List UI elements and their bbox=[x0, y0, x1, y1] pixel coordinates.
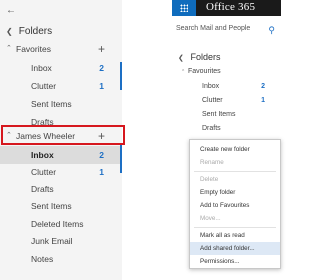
folder-label: Inbox bbox=[202, 83, 220, 90]
menu-item-add-shared-folder[interactable]: Add shared folder... bbox=[190, 242, 280, 255]
unread-count: 2 bbox=[261, 83, 265, 90]
favorites-item-inbox[interactable]: Inbox 2 bbox=[0, 59, 122, 77]
favourites-label: Favourites bbox=[188, 68, 221, 75]
folder-label: Inbox bbox=[31, 150, 54, 160]
favourites-section-header[interactable]: ⌃ Favourites bbox=[172, 65, 281, 79]
folder-label: Clutter bbox=[31, 167, 57, 177]
menu-item-delete[interactable]: Delete bbox=[190, 173, 280, 186]
scroll-indicator[interactable] bbox=[120, 145, 122, 173]
add-favorite-icon[interactable]: + bbox=[98, 40, 105, 58]
account-item-sent[interactable]: Sent Items bbox=[0, 197, 122, 215]
folders-title: Folders bbox=[190, 52, 221, 62]
menu-divider bbox=[194, 171, 276, 172]
account-item-deleted[interactable]: Deleted Items bbox=[0, 215, 122, 233]
favorites-item-clutter[interactable]: Clutter 1 bbox=[0, 77, 122, 95]
folder-label: Sent Items bbox=[31, 201, 72, 211]
favorites-label: Favorites bbox=[16, 44, 51, 54]
search-placeholder: Search Mail and People bbox=[176, 25, 251, 32]
account-item-drafts[interactable]: Drafts bbox=[0, 180, 122, 198]
office-top-bar: Office 365 bbox=[172, 0, 281, 16]
chevron-up-icon: ⌃ bbox=[6, 45, 12, 52]
account-highlight-box bbox=[1, 125, 125, 145]
folder-label: Drafts bbox=[202, 125, 221, 132]
unread-count: 1 bbox=[261, 97, 265, 104]
favourites-item-clutter[interactable]: Clutter 1 bbox=[172, 94, 281, 108]
chevron-up-icon: ⌃ bbox=[181, 69, 186, 75]
favorites-section-header[interactable]: ⌃ Favorites + bbox=[0, 40, 122, 58]
menu-divider bbox=[194, 227, 276, 228]
search-box[interactable]: Search Mail and People ⚲ bbox=[176, 22, 277, 36]
folder-label: Sent Items bbox=[31, 99, 72, 109]
folder-context-menu: Create new folder Rename Delete Empty fo… bbox=[189, 139, 281, 269]
scroll-indicator[interactable] bbox=[120, 62, 122, 90]
folders-header[interactable]: ❮ Folders bbox=[178, 52, 221, 62]
folder-label: Sent Items bbox=[202, 111, 236, 118]
menu-item-mark-all-read[interactable]: Mark all as read bbox=[190, 229, 280, 242]
back-arrow-icon[interactable]: ← bbox=[6, 5, 16, 16]
menu-item-permissions[interactable]: Permissions... bbox=[190, 255, 280, 268]
folder-label: Notes bbox=[31, 254, 54, 264]
account-item-inbox[interactable]: Inbox 2 bbox=[0, 146, 122, 164]
chevron-left-icon: ❮ bbox=[178, 55, 184, 62]
favourites-item-drafts[interactable]: Drafts bbox=[172, 122, 281, 136]
menu-item-create-folder[interactable]: Create new folder bbox=[190, 143, 280, 156]
menu-item-empty-folder[interactable]: Empty folder bbox=[190, 186, 280, 199]
unread-count: 1 bbox=[99, 167, 104, 177]
folders-header[interactable]: ❮ Folders bbox=[6, 26, 52, 37]
folders-title: Folders bbox=[18, 26, 53, 37]
menu-item-move[interactable]: Move... bbox=[190, 212, 280, 225]
unread-count: 2 bbox=[99, 63, 104, 73]
account-item-clutter[interactable]: Clutter 1 bbox=[0, 163, 122, 181]
folder-label: Clutter bbox=[31, 81, 57, 91]
unread-count: 2 bbox=[99, 150, 104, 160]
folder-label: Drafts bbox=[31, 184, 54, 194]
app-launcher-icon[interactable] bbox=[172, 0, 196, 16]
menu-item-add-to-favourites[interactable]: Add to Favourites bbox=[190, 199, 280, 212]
account-item-notes[interactable]: Notes bbox=[0, 250, 122, 268]
unread-count: 1 bbox=[99, 81, 104, 91]
folder-label: Deleted Items bbox=[31, 219, 84, 229]
chevron-left-icon: ❮ bbox=[6, 27, 13, 36]
folder-label: Junk Email bbox=[31, 236, 73, 246]
folder-label: Inbox bbox=[31, 63, 52, 73]
favourites-item-sent[interactable]: Sent Items bbox=[172, 108, 281, 122]
favourites-item-inbox[interactable]: Inbox 2 bbox=[172, 80, 281, 94]
favorites-item-sent[interactable]: Sent Items bbox=[0, 95, 122, 113]
brand-title: Office 365 bbox=[206, 1, 256, 13]
account-item-junk[interactable]: Junk Email bbox=[0, 232, 122, 250]
folder-label: Clutter bbox=[202, 97, 223, 104]
search-icon[interactable]: ⚲ bbox=[268, 23, 275, 37]
menu-item-rename[interactable]: Rename bbox=[190, 156, 280, 169]
